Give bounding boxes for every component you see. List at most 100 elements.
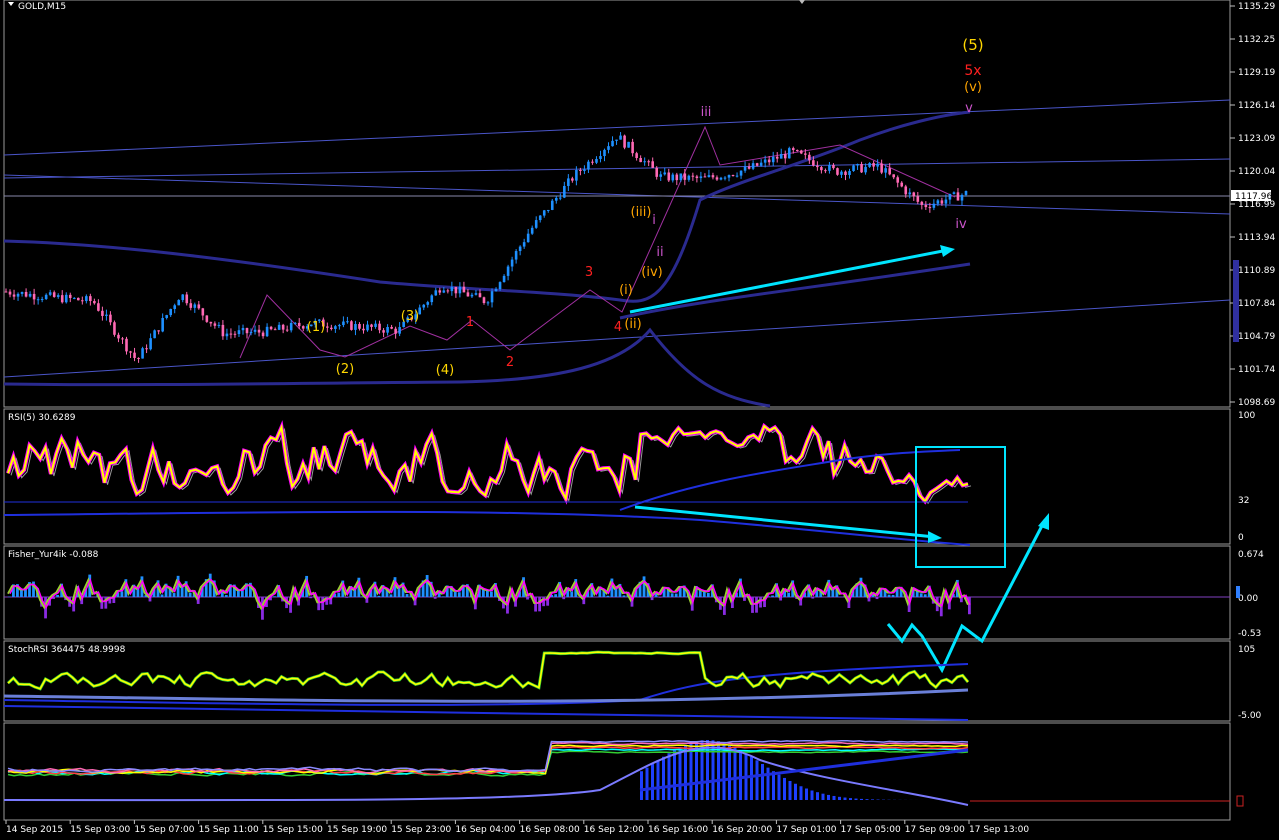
candle-body bbox=[466, 292, 470, 297]
fisher-bar bbox=[642, 576, 646, 597]
channel-line-mid[interactable] bbox=[3, 158, 1231, 179]
fisher-bar bbox=[779, 597, 783, 601]
stoch-band-mid bbox=[3, 688, 969, 703]
price-overlays bbox=[3, 99, 1231, 408]
price-tick-label: 1123.09 bbox=[1238, 134, 1275, 144]
fisher-bar bbox=[919, 593, 923, 597]
volume-bar bbox=[854, 798, 858, 800]
time-tick-label: 15 Sep 19:00 bbox=[327, 825, 387, 835]
candle-body bbox=[775, 156, 779, 159]
wave-label: 5x bbox=[964, 63, 981, 79]
candle-body bbox=[816, 165, 819, 168]
candle-body bbox=[904, 186, 908, 195]
candle-body bbox=[635, 153, 638, 159]
highlight-box[interactable] bbox=[915, 446, 1006, 568]
candle-body bbox=[165, 315, 168, 318]
fisher-bar bbox=[526, 597, 529, 600]
fisher-axis: 0.674 0.00 -0.53 bbox=[1238, 550, 1264, 639]
volume-bar bbox=[739, 750, 742, 800]
fisher-bar bbox=[490, 591, 493, 597]
candle-body bbox=[334, 326, 337, 329]
candle-body bbox=[350, 321, 353, 330]
candle-body bbox=[800, 150, 803, 154]
fisher-bar bbox=[425, 575, 429, 597]
candle-body bbox=[647, 161, 650, 163]
volume-bar bbox=[799, 786, 803, 800]
volume-bar bbox=[645, 767, 649, 800]
volume-bar bbox=[810, 790, 814, 800]
candle-body bbox=[4, 291, 8, 293]
candle-body bbox=[671, 174, 675, 181]
candle-body bbox=[386, 327, 389, 333]
candle-body bbox=[643, 161, 646, 163]
scroll-indicator[interactable] bbox=[1233, 260, 1239, 342]
candle-body bbox=[474, 293, 478, 295]
candle-body bbox=[920, 201, 924, 205]
candle-body bbox=[731, 175, 735, 177]
candle-body bbox=[771, 156, 775, 163]
candle-body bbox=[924, 204, 928, 208]
wave-label: ii bbox=[656, 245, 663, 260]
candle-body bbox=[691, 175, 695, 177]
fisher-bar bbox=[172, 593, 176, 597]
candle-body bbox=[631, 141, 634, 154]
channel-line-upper[interactable] bbox=[3, 99, 1231, 156]
fisher-bar bbox=[24, 589, 27, 597]
wave-label: i bbox=[652, 213, 656, 228]
candle-body bbox=[137, 357, 140, 359]
trading-chart-window[interactable]: GOLD,M15 (1) (2) (3) (4) (5) 1 2 3 4 5x (i) (ii) (ii… bbox=[0, 0, 1279, 840]
candle-body bbox=[755, 163, 759, 166]
fisher-bar bbox=[650, 597, 654, 601]
dropdown-triangle-icon[interactable] bbox=[8, 2, 14, 6]
candle-body bbox=[209, 321, 213, 324]
fisher-bar bbox=[614, 588, 618, 597]
candle-body bbox=[161, 317, 164, 332]
fisher-bar bbox=[887, 594, 891, 597]
trend-arrow-rsi[interactable] bbox=[634, 505, 936, 539]
time-tick-label: 15 Sep 15:00 bbox=[263, 825, 323, 835]
fisher-bar bbox=[743, 597, 746, 601]
candle-body bbox=[687, 175, 691, 180]
candle-body bbox=[795, 149, 799, 151]
candle-body bbox=[675, 174, 679, 181]
candle-body bbox=[884, 168, 887, 173]
candle-body bbox=[277, 324, 281, 330]
fisher-tick-label: -0.53 bbox=[1238, 629, 1261, 639]
candle-body bbox=[342, 321, 345, 326]
candle-body bbox=[711, 175, 715, 178]
rsi-tick-label: 32 bbox=[1238, 496, 1249, 506]
time-tick-label: 17 Sep 05:00 bbox=[841, 825, 901, 835]
volume-bar bbox=[832, 795, 836, 800]
time-tick-label: 17 Sep 13:00 bbox=[969, 825, 1029, 835]
fisher-bar bbox=[128, 596, 132, 597]
fisher-bar bbox=[56, 594, 60, 597]
candle-body bbox=[719, 177, 723, 180]
channel-line-mid2[interactable] bbox=[3, 174, 1231, 215]
candle-body bbox=[603, 149, 606, 157]
fisher-bar bbox=[337, 592, 341, 597]
shift-marker-icon[interactable] bbox=[799, 0, 805, 4]
candle-body bbox=[450, 286, 454, 292]
channel-line-lower[interactable] bbox=[3, 299, 1231, 378]
candle-body bbox=[370, 324, 373, 327]
fisher-bar bbox=[309, 597, 313, 599]
candle-body bbox=[824, 170, 827, 172]
fisher-tick-label: 0.00 bbox=[1238, 594, 1258, 604]
fisher-bar bbox=[453, 591, 457, 597]
volume-bar bbox=[783, 777, 786, 800]
candle-body bbox=[32, 293, 36, 300]
symbol-label: GOLD,M15 bbox=[18, 2, 66, 12]
time-tick-label: 16 Sep 04:00 bbox=[455, 825, 515, 835]
volume-bar bbox=[772, 771, 775, 800]
candle-body bbox=[579, 169, 582, 171]
candle-body bbox=[880, 163, 883, 173]
candle-body bbox=[442, 290, 446, 293]
candle-body bbox=[783, 154, 787, 159]
price-tick-label: 1107.84 bbox=[1238, 299, 1275, 309]
candle-body bbox=[229, 333, 233, 335]
candle-body bbox=[382, 330, 385, 333]
volume-bar bbox=[849, 798, 852, 800]
candle-body bbox=[225, 333, 229, 337]
candle-body bbox=[627, 141, 630, 148]
fisher-bar bbox=[755, 597, 758, 613]
